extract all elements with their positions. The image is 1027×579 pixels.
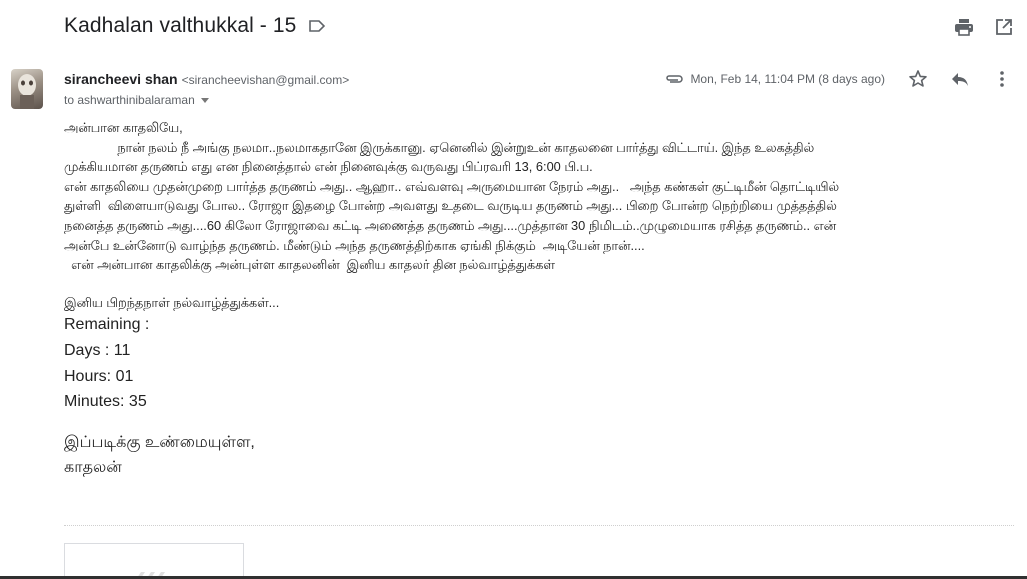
attachment-card[interactable]: [64, 543, 244, 579]
sender-avatar[interactable]: [11, 69, 43, 109]
recipient-label: to ashwarthinibalaraman: [64, 93, 195, 107]
attachment-icon: [664, 72, 684, 86]
subject-row: Kadhalan valthukkal - 15: [64, 14, 326, 38]
sender-info: sirancheevi shan <sirancheevishan@gmail.…: [64, 71, 349, 107]
star-icon[interactable]: [907, 68, 929, 90]
message-paragraph: நான் நலம் நீ அங்கு நலமா..நலமாகதானே இருக்…: [64, 139, 839, 273]
signature: காதலன்: [64, 459, 122, 477]
birthday-wish: இனிய பிறந்தநாள் நல்வாழ்த்துக்கள்...: [64, 294, 280, 310]
sender-name[interactable]: sirancheevi shan: [64, 71, 178, 87]
print-icon[interactable]: [953, 16, 975, 38]
thread-actions: [953, 16, 1015, 38]
message-date: Mon, Feb 14, 11:04 PM (8 days ago): [690, 72, 885, 86]
open-in-new-icon[interactable]: [993, 16, 1015, 38]
reply-icon[interactable]: [949, 68, 971, 90]
message-body: அன்பான காதலியே, நான் நலம் நீ அங்கு நலமா.…: [64, 118, 1014, 481]
label-outline-icon[interactable]: [308, 17, 326, 35]
closing-line: இப்படிக்கு உண்மையுள்ள,: [64, 433, 255, 451]
hours-remaining: Hours: 01: [64, 367, 134, 385]
email-subject: Kadhalan valthukkal - 15: [64, 14, 297, 37]
attachment-divider: [64, 525, 1014, 526]
more-vert-icon[interactable]: [991, 68, 1013, 90]
days-remaining: Days : 11: [64, 341, 131, 359]
minutes-remaining: Minutes: 35: [64, 393, 147, 411]
chevron-down-icon[interactable]: [200, 97, 209, 103]
message-meta: Mon, Feb 14, 11:04 PM (8 days ago): [664, 68, 1013, 90]
sender-email: <sirancheevishan@gmail.com>: [181, 73, 350, 87]
email-view: Kadhalan valthukkal - 15 sirancheevi sha…: [0, 0, 1027, 579]
greeting: அன்பான காதலியே,: [64, 120, 183, 135]
recipient-details[interactable]: to ashwarthinibalaraman: [64, 93, 349, 107]
remaining-label: Remaining :: [64, 316, 150, 334]
